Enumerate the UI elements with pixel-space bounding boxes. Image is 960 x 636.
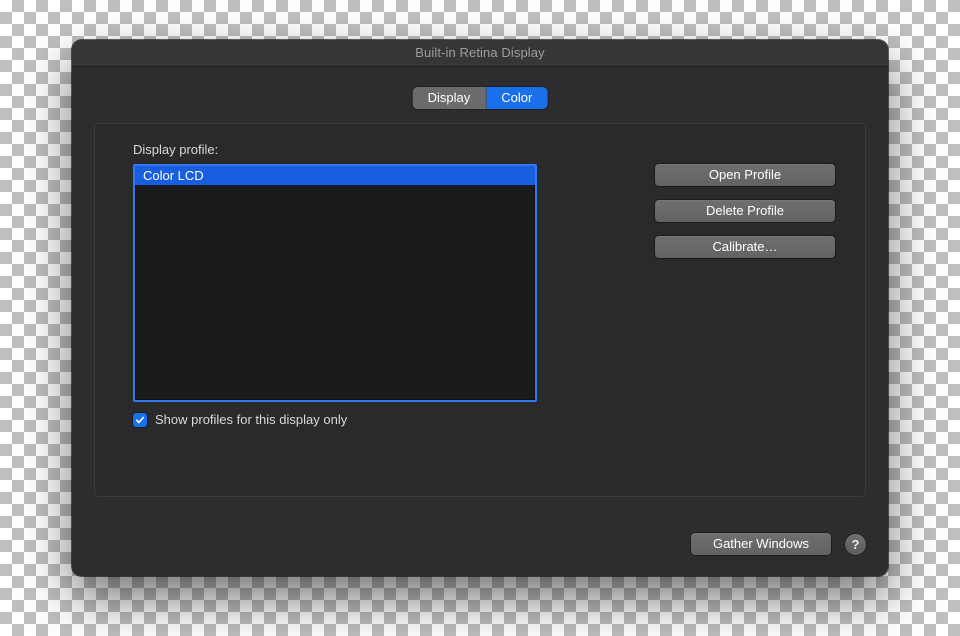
profile-action-buttons: Open Profile Delete Profile Calibrate… [655,164,835,258]
color-group-box: Display profile: Color LCD Open Profile … [94,123,866,497]
window-titlebar[interactable]: Built-in Retina Display [72,40,888,67]
help-button[interactable]: ? [845,534,866,555]
open-profile-button[interactable]: Open Profile [655,164,835,186]
display-profile-list[interactable]: Color LCD [133,164,537,402]
window-footer: Gather Windows ? [691,533,866,555]
profile-row-color-lcd[interactable]: Color LCD [135,166,535,185]
tab-segmented-control: Display Color [413,87,548,109]
show-profiles-checkbox-row: Show profiles for this display only [133,412,347,427]
gather-windows-button[interactable]: Gather Windows [691,533,831,555]
preferences-window: Built-in Retina Display Display Color Di… [72,40,888,576]
window-title: Built-in Retina Display [415,45,544,60]
tab-color[interactable]: Color [486,87,547,109]
window-content: Display Color Display profile: Color LCD… [72,67,888,576]
tab-display[interactable]: Display [413,87,487,109]
calibrate-button[interactable]: Calibrate… [655,236,835,258]
show-profiles-checkbox[interactable] [133,413,147,427]
show-profiles-checkbox-label: Show profiles for this display only [155,412,347,427]
checkmark-icon [135,415,145,425]
display-profile-label: Display profile: [133,142,218,157]
delete-profile-button[interactable]: Delete Profile [655,200,835,222]
